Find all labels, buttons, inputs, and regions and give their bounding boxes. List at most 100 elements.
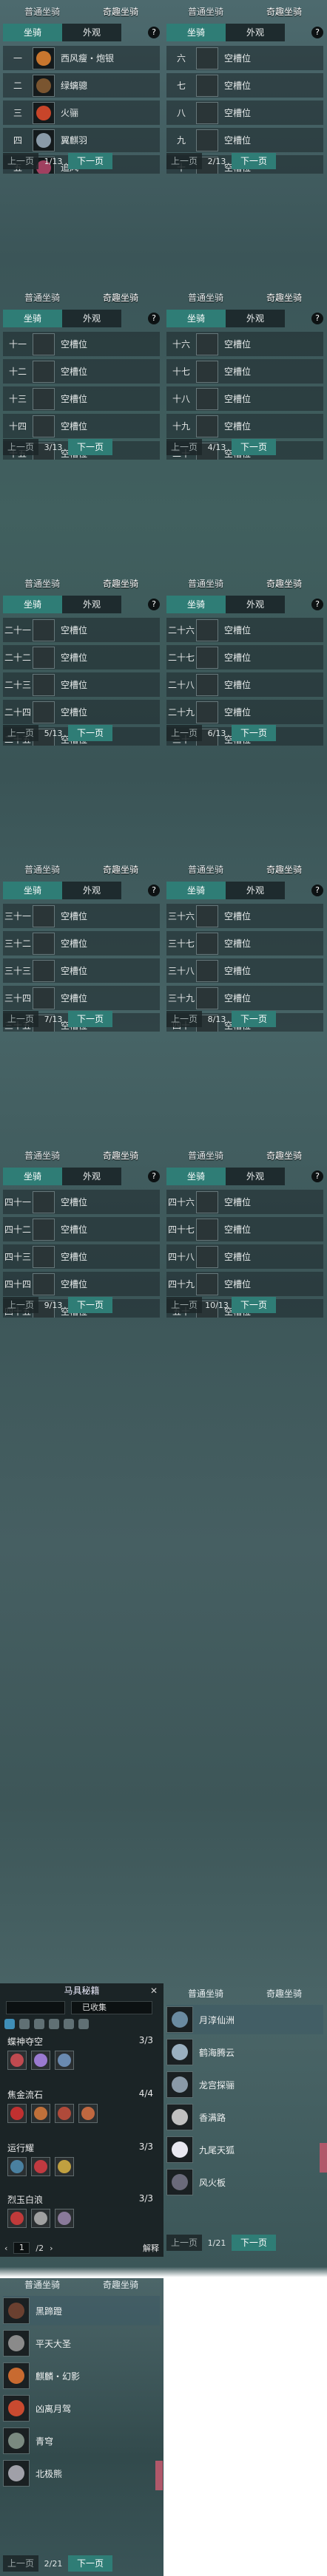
mount-slot-row[interactable]: 四十三 空槽位: [3, 1244, 160, 1269]
mount-slot-row[interactable]: 二十四 空槽位: [3, 700, 160, 724]
prev-page-button[interactable]: 上一页: [166, 2235, 202, 2251]
mount-slot-row[interactable]: 二十一 空槽位: [3, 618, 160, 642]
tab-normal-mount[interactable]: 普通坐骑: [166, 576, 245, 592]
mount-slot-row[interactable]: 三十三 空槽位: [3, 958, 160, 983]
fun-mount-item[interactable]: 风火板: [166, 2167, 323, 2197]
bind-button[interactable]: 解释: [143, 2242, 159, 2254]
fun-mount-item[interactable]: 香满路: [166, 2102, 323, 2132]
next-page-button[interactable]: 下一页: [68, 153, 112, 169]
fun-mount-item[interactable]: 九尾天狐: [166, 2135, 323, 2164]
mount-slot-row[interactable]: 四十一 空槽位: [3, 1190, 160, 1214]
next-page-button[interactable]: 下一页: [68, 1011, 112, 1027]
tack-set-group[interactable]: 烈玉白浪 3/3: [4, 2193, 156, 2228]
mount-slot-row[interactable]: 三十六 空槽位: [166, 904, 323, 928]
fun-mount-item[interactable]: 龙宫探骊: [166, 2070, 323, 2099]
tab-fun-mount[interactable]: 奇趣坐骑: [81, 290, 160, 306]
fun-mount-item[interactable]: 月淳仙洲: [166, 2005, 323, 2034]
help-icon[interactable]: ?: [148, 27, 160, 38]
tack-set-group[interactable]: 焦金流石 4/4: [4, 2088, 156, 2123]
appearance-view-button[interactable]: 外观: [226, 24, 285, 41]
mount-slot-row[interactable]: 三十一 空槽位: [3, 904, 160, 928]
tab-normal-mount[interactable]: 普通坐骑: [166, 1986, 245, 2002]
help-icon[interactable]: ?: [311, 885, 323, 896]
tab-normal-mount[interactable]: 普通坐骑: [3, 576, 81, 592]
mount-slot-row[interactable]: 八 空槽位: [166, 100, 323, 125]
prev-page-button[interactable]: 上一页: [166, 153, 202, 169]
tab-fun-mount[interactable]: 奇趣坐骑: [81, 2277, 160, 2293]
tack-item-icon[interactable]: [55, 2209, 74, 2228]
next-page-button[interactable]: 下一页: [232, 153, 276, 169]
appearance-view-button[interactable]: 外观: [62, 24, 121, 41]
tab-fun-mount[interactable]: 奇趣坐骑: [81, 862, 160, 878]
tab-fun-mount[interactable]: 奇趣坐骑: [81, 576, 160, 592]
next-page-button[interactable]: 下一页: [232, 1297, 276, 1313]
mount-view-button[interactable]: 坐骑: [3, 24, 62, 41]
fun-mount-item[interactable]: 北极熊: [3, 2459, 160, 2488]
tack-item-icon[interactable]: [55, 2104, 74, 2123]
tab-normal-mount[interactable]: 普通坐骑: [3, 290, 81, 306]
mount-slot-row[interactable]: 六 空槽位: [166, 46, 323, 70]
prev-page-button[interactable]: 上一页: [3, 153, 38, 169]
tab-fun-mount[interactable]: 奇趣坐骑: [245, 862, 323, 878]
tab-fun-mount[interactable]: 奇趣坐骑: [245, 4, 323, 20]
collection-filter-select[interactable]: 已收集: [71, 2001, 152, 2014]
mount-slot-row[interactable]: 二十二 空槽位: [3, 645, 160, 669]
tab-normal-mount[interactable]: 普通坐骑: [166, 4, 245, 20]
mount-slot-row[interactable]: 二十七 空槽位: [166, 645, 323, 669]
help-icon[interactable]: ?: [311, 1171, 323, 1182]
next-page-button[interactable]: 下一页: [68, 725, 112, 741]
mount-view-button[interactable]: 坐骑: [166, 1168, 226, 1185]
fun-mount-item[interactable]: 青穹: [3, 2426, 160, 2456]
tab-normal-mount[interactable]: 普通坐骑: [3, 862, 81, 878]
mount-view-button[interactable]: 坐骑: [3, 596, 62, 613]
prev-page-button[interactable]: 上一页: [166, 725, 202, 741]
mount-view-button[interactable]: 坐骑: [166, 596, 226, 613]
mount-slot-row[interactable]: 四十二 空槽位: [3, 1217, 160, 1241]
next-page-button[interactable]: 下一页: [232, 1011, 276, 1027]
tack-item-icon[interactable]: [7, 2209, 27, 2228]
tab-normal-mount[interactable]: 普通坐骑: [3, 2277, 81, 2293]
mount-slot-row[interactable]: 十四 空槽位: [3, 414, 160, 438]
mount-slot-row[interactable]: 二十八 空槽位: [166, 672, 323, 697]
appearance-view-button[interactable]: 外观: [62, 882, 121, 899]
tab-normal-mount[interactable]: 普通坐骑: [166, 1148, 245, 1164]
mount-slot-row[interactable]: 四十八 空槽位: [166, 1244, 323, 1269]
next-page-button[interactable]: 下一页: [68, 2555, 112, 2572]
tack-item-icon[interactable]: [7, 2051, 27, 2070]
tack-item-icon[interactable]: [31, 2209, 50, 2228]
appearance-view-button[interactable]: 外观: [226, 882, 285, 899]
mount-slot-row[interactable]: 三十八 空槽位: [166, 958, 323, 983]
mount-view-button[interactable]: 坐骑: [3, 310, 62, 327]
next-page-button[interactable]: 下一页: [232, 2235, 276, 2251]
tack-set-group[interactable]: 蝶神夺空 3/3: [4, 2035, 156, 2070]
mount-slot-row[interactable]: 四 翼麒羽: [3, 128, 160, 152]
tack-item-icon[interactable]: [78, 2104, 98, 2123]
mount-slot-row[interactable]: 十一 空槽位: [3, 332, 160, 356]
prev-page-button[interactable]: 上一页: [3, 1011, 38, 1027]
help-icon[interactable]: ?: [148, 313, 160, 324]
mount-view-button[interactable]: 坐骑: [3, 1168, 62, 1185]
mount-slot-row[interactable]: 三十九 空槽位: [166, 986, 323, 1010]
prev-page-button[interactable]: 上一页: [3, 2555, 38, 2572]
prev-page-button[interactable]: 上一页: [166, 439, 202, 455]
appearance-view-button[interactable]: 外观: [226, 596, 285, 613]
category-rein-icon[interactable]: [34, 2019, 44, 2029]
mount-view-button[interactable]: 坐骑: [166, 24, 226, 41]
tab-normal-mount[interactable]: 普通坐骑: [166, 862, 245, 878]
next-page-button[interactable]: 下一页: [232, 725, 276, 741]
mount-slot-row[interactable]: 十七 空槽位: [166, 359, 323, 384]
mount-slot-row[interactable]: 十三 空槽位: [3, 386, 160, 411]
tab-fun-mount[interactable]: 奇趣坐骑: [81, 4, 160, 20]
fun-mount-item[interactable]: 麒麟・幻影: [3, 2361, 160, 2391]
mount-slot-row[interactable]: 十二 空槽位: [3, 359, 160, 384]
mount-view-button[interactable]: 坐骑: [166, 882, 226, 899]
tab-normal-mount[interactable]: 普通坐骑: [166, 290, 245, 306]
tab-fun-mount[interactable]: 奇趣坐骑: [81, 1148, 160, 1164]
appearance-view-button[interactable]: 外观: [62, 596, 121, 613]
prev-page-button[interactable]: 上一页: [3, 725, 38, 741]
help-icon[interactable]: ?: [311, 599, 323, 610]
mount-slot-row[interactable]: 四十四 空槽位: [3, 1272, 160, 1296]
tab-normal-mount[interactable]: 普通坐骑: [3, 1148, 81, 1164]
tack-item-icon[interactable]: [31, 2104, 50, 2123]
appearance-view-button[interactable]: 外观: [226, 1168, 285, 1185]
